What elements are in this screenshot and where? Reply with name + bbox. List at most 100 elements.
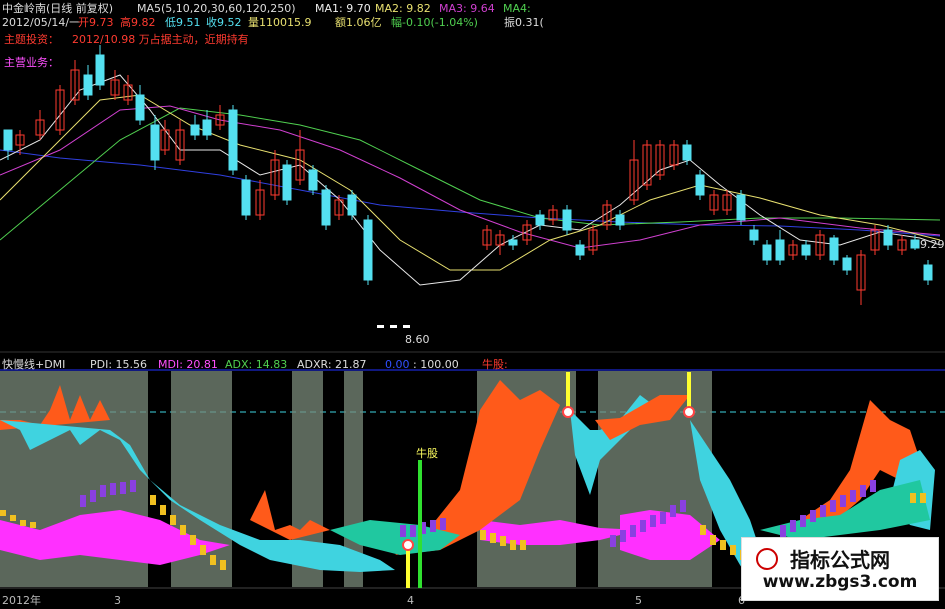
yellow-step-bar bbox=[520, 540, 526, 550]
purple-step-bar bbox=[80, 495, 86, 507]
ma-line-yellow bbox=[0, 94, 941, 271]
yellow-signal-bar bbox=[406, 545, 410, 588]
purple-step-bar bbox=[850, 490, 856, 502]
yellow-step-bar bbox=[150, 495, 156, 505]
purple-step-bar bbox=[810, 510, 816, 522]
purple-step-bar bbox=[650, 515, 656, 527]
bar-change: 幅-0.10(-1.04%) bbox=[391, 16, 478, 29]
theme-label: 主题投资： bbox=[4, 33, 59, 46]
signal-dot bbox=[683, 406, 695, 418]
yellow-step-bar bbox=[10, 515, 16, 521]
indicator-v1: 0.00 bbox=[385, 358, 410, 371]
bull-signal-bar bbox=[418, 460, 422, 588]
signal-dot bbox=[562, 406, 574, 418]
candle-body bbox=[95, 54, 105, 86]
purple-step-bar bbox=[640, 520, 646, 532]
ma-line-blue bbox=[0, 149, 941, 237]
candle-body bbox=[347, 194, 357, 216]
x-axis-label: 5 bbox=[635, 594, 642, 607]
candle-body bbox=[762, 244, 772, 261]
ma2-value: MA2: 9.82 bbox=[375, 2, 431, 15]
bar-high: 高9.82 bbox=[120, 16, 156, 29]
yellow-step-bar bbox=[190, 535, 196, 545]
candle-body bbox=[228, 109, 238, 171]
candle-body bbox=[308, 169, 318, 191]
watermark-title: 指标公式网 bbox=[790, 548, 890, 572]
bar-date: 2012/05/14/一 bbox=[2, 16, 81, 29]
candle-body bbox=[535, 214, 545, 226]
purple-step-bar bbox=[400, 525, 406, 537]
purple-step-bar bbox=[410, 525, 416, 537]
candle-body bbox=[241, 179, 251, 216]
candle-body bbox=[363, 219, 373, 281]
purple-step-bar bbox=[670, 505, 676, 517]
indicator-v2: : 100.00 bbox=[413, 358, 459, 371]
candle-body bbox=[829, 237, 839, 261]
bar-open: 开9.73 bbox=[78, 16, 114, 29]
ma4-value: MA4: bbox=[503, 2, 531, 15]
purple-step-bar bbox=[680, 500, 686, 512]
yellow-step-bar bbox=[500, 536, 506, 546]
yellow-step-bar bbox=[480, 530, 486, 540]
small-candle bbox=[390, 325, 397, 328]
business-label: 主营业务： bbox=[4, 56, 59, 69]
bar-amplitude: 振0.31( bbox=[504, 16, 544, 29]
yellow-step-bar bbox=[710, 535, 716, 545]
yellow-step-bar bbox=[160, 505, 166, 515]
yellow-step-bar bbox=[730, 545, 736, 555]
purple-step-bar bbox=[820, 505, 826, 517]
yellow-step-bar bbox=[490, 533, 496, 543]
candle-body bbox=[801, 244, 811, 256]
candle-body bbox=[83, 74, 93, 96]
yellow-step-bar bbox=[30, 522, 36, 528]
purple-step-bar bbox=[660, 512, 666, 524]
yellow-step-bar bbox=[0, 510, 6, 516]
bar-volume: 量110015.9 bbox=[248, 16, 312, 29]
pdi-value: PDI: 15.56 bbox=[90, 358, 148, 371]
yellow-step-bar bbox=[20, 520, 26, 526]
bar-close: 收9.52 bbox=[206, 16, 242, 29]
purple-step-bar bbox=[830, 500, 836, 512]
candle-body bbox=[508, 239, 518, 246]
chart-canvas[interactable] bbox=[0, 0, 945, 609]
price-low-label: 8.60 bbox=[405, 333, 430, 346]
yellow-step-bar bbox=[200, 545, 206, 555]
yellow-step-bar bbox=[170, 515, 176, 525]
yellow-step-bar bbox=[910, 493, 916, 503]
purple-step-bar bbox=[440, 518, 446, 530]
ma1-value: MA1: 9.70 bbox=[315, 2, 371, 15]
signal-dot bbox=[402, 539, 414, 551]
candle-body bbox=[3, 129, 13, 151]
ma-params: MA5(5,10,20,30,60,120,250) bbox=[137, 2, 296, 15]
candle-body bbox=[682, 144, 692, 161]
purple-step-bar bbox=[430, 520, 436, 532]
purple-step-bar bbox=[120, 482, 126, 494]
purple-step-bar bbox=[610, 535, 616, 547]
purple-step-bar bbox=[860, 485, 866, 497]
bar-low: 低9.51 bbox=[165, 16, 201, 29]
watermark-badge: 指标公式网 www.zbgs3.com bbox=[741, 537, 939, 601]
purple-step-bar bbox=[800, 515, 806, 527]
candle-body bbox=[910, 239, 920, 249]
x-axis-label: 2012年 bbox=[2, 594, 41, 607]
purple-step-bar bbox=[780, 525, 786, 537]
candle-body bbox=[775, 239, 785, 261]
candle-body bbox=[842, 257, 852, 271]
purple-step-bar bbox=[90, 490, 96, 502]
yellow-step-bar bbox=[220, 560, 226, 570]
small-candle bbox=[377, 325, 384, 328]
mdi-value: MDI: 20.81 bbox=[158, 358, 218, 371]
stock-chart-window: 中金岭南(日线 前复权) MA5(5,10,20,30,60,120,250) … bbox=[0, 0, 945, 609]
candle-body bbox=[321, 189, 331, 226]
candle-body bbox=[190, 124, 200, 136]
purple-step-bar bbox=[620, 530, 626, 542]
candle-body bbox=[575, 244, 585, 256]
yellow-step-bar bbox=[920, 493, 926, 503]
candle-body bbox=[135, 94, 145, 121]
candle-body bbox=[883, 229, 893, 246]
candle-body bbox=[749, 229, 759, 241]
candle-body bbox=[923, 264, 933, 281]
purple-step-bar bbox=[630, 525, 636, 537]
indicator-name: 快慢线+DMI bbox=[2, 358, 66, 371]
candle-body bbox=[736, 194, 746, 221]
